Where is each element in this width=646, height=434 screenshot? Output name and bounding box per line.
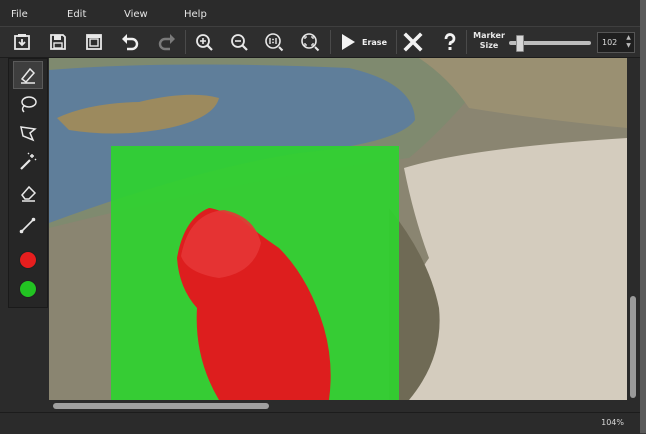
menu-file[interactable]: File (11, 9, 28, 20)
zoom-level: 104% (601, 418, 624, 427)
redo-button[interactable] (155, 30, 179, 54)
stepper-down-icon[interactable]: ▼ (625, 42, 632, 50)
vertical-scroll-thumb[interactable] (630, 296, 636, 398)
actual-size-icon (265, 33, 284, 52)
stepper-up-icon[interactable]: ▲ (625, 34, 632, 42)
menu-help[interactable]: Help (184, 9, 207, 20)
line-icon (19, 217, 36, 234)
marker-icon (20, 67, 36, 84)
zoom-in-icon (196, 34, 213, 51)
help-icon (444, 33, 456, 50)
erase-label: Erase (362, 37, 387, 47)
marker-size-value[interactable]: 102 (602, 38, 617, 47)
eraser-tool-button[interactable] (13, 179, 43, 207)
redo-icon (158, 34, 175, 51)
actual-size-button[interactable] (262, 30, 286, 54)
save-icon (50, 34, 66, 50)
undo-icon (122, 34, 139, 51)
undo-button[interactable] (118, 30, 142, 54)
foreground-color-button[interactable] (13, 246, 43, 274)
toolbar-separator (330, 30, 331, 54)
lasso-icon (21, 96, 37, 113)
import-button[interactable] (10, 30, 34, 54)
image-canvas[interactable] (49, 58, 627, 400)
import-icon (14, 34, 30, 50)
red-color-swatch (19, 251, 37, 269)
menu-bar: File Edit View Help (0, 5, 640, 23)
toolbar-separator (466, 30, 467, 54)
toolbar-separator (185, 30, 186, 54)
marker-tool-button[interactable] (13, 61, 43, 89)
tool-palette (8, 58, 48, 308)
zoom-in-button[interactable] (192, 30, 216, 54)
desktop-edge (640, 0, 646, 433)
fit-screen-icon (301, 33, 320, 52)
toolbar: Erase Marker Size 102 ▲ ▼ (0, 26, 640, 58)
menu-edit[interactable]: Edit (67, 9, 86, 20)
photo-with-mask (49, 58, 627, 400)
menu-view[interactable]: View (124, 9, 148, 20)
fit-screen-button[interactable] (298, 30, 322, 54)
lasso-tool-button[interactable] (13, 90, 43, 118)
horizontal-scroll-thumb[interactable] (53, 403, 269, 409)
background-color-button[interactable] (13, 275, 43, 303)
status-bar: 104% (0, 412, 640, 434)
save-button[interactable] (46, 30, 70, 54)
play-icon (342, 34, 355, 50)
photo-chalk-slope (404, 138, 627, 400)
green-color-swatch (19, 280, 37, 298)
eraser-icon (21, 185, 37, 202)
export-button[interactable] (82, 30, 106, 54)
magic-wand-tool-button[interactable] (13, 148, 43, 176)
close-icon (403, 32, 423, 52)
cancel-button[interactable] (401, 30, 425, 54)
zoom-out-button[interactable] (227, 30, 251, 54)
marker-size-label: Marker Size (470, 31, 508, 51)
marker-size-stepper[interactable]: 102 ▲ ▼ (597, 32, 635, 53)
magic-wand-icon (20, 152, 37, 170)
app-window: File Edit View Help Erase Marker Size 10… (0, 0, 641, 434)
polygon-lasso-icon (20, 126, 37, 142)
help-button[interactable] (438, 30, 462, 54)
line-tool-button[interactable] (13, 211, 43, 239)
marker-size-label-line1: Marker (473, 31, 505, 40)
zoom-out-icon (231, 34, 248, 51)
erase-button[interactable]: Erase (338, 30, 392, 54)
polygon-lasso-tool-button[interactable] (13, 119, 43, 147)
marker-size-slider-thumb[interactable] (515, 35, 524, 52)
marker-size-label-line2: Size (479, 41, 499, 50)
export-icon (86, 34, 102, 50)
toolbar-separator (396, 30, 397, 54)
